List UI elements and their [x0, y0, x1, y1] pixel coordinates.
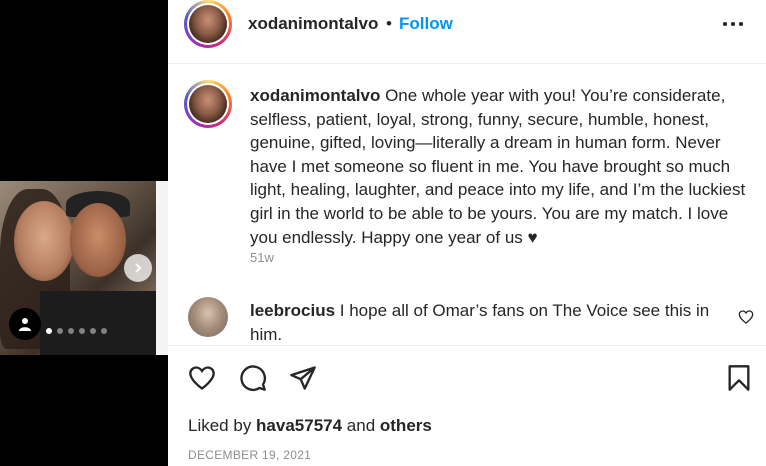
carousel-dot: [90, 328, 96, 334]
more-options-icon[interactable]: [723, 20, 747, 28]
post-caption: xodanimontalvo One whole year with you! …: [250, 84, 750, 249]
caption-text: One whole year with you! You’re consider…: [250, 86, 746, 247]
likes-summary: Liked by hava57574 and others: [188, 416, 432, 436]
header-separator: •: [386, 14, 392, 33]
follow-button[interactable]: Follow: [399, 14, 453, 34]
post-time[interactable]: 51w: [250, 250, 274, 265]
share-icon[interactable]: [289, 364, 317, 392]
post-details: xodanimontalvo • Follow xodanimontalvo O…: [168, 0, 766, 466]
heart-icon[interactable]: [188, 364, 216, 392]
divider: [168, 345, 766, 346]
caption-username[interactable]: xodanimontalvo: [250, 86, 380, 105]
media-panel: [0, 0, 168, 466]
header-username[interactable]: xodanimontalvo: [248, 14, 378, 34]
comment-username[interactable]: leebrocius: [250, 301, 335, 320]
header-avatar[interactable]: [184, 0, 232, 48]
photo-face-woman: [14, 201, 74, 281]
carousel-next-button[interactable]: [124, 254, 152, 282]
comment-icon[interactable]: [239, 364, 267, 392]
caption-avatar[interactable]: [184, 80, 232, 128]
tagged-users-button[interactable]: [9, 308, 41, 340]
photo-face-man: [70, 203, 126, 277]
carousel-dots: [46, 328, 107, 334]
post-header: xodanimontalvo • Follow: [168, 0, 766, 64]
photo-shirt: [40, 291, 168, 355]
carousel-dot: [57, 328, 63, 334]
likes-others[interactable]: others: [380, 416, 432, 435]
likes-prefix: Liked by: [188, 416, 257, 435]
photo-edge: [156, 181, 168, 355]
likes-user[interactable]: hava57574: [256, 416, 342, 435]
carousel-dot: [79, 328, 85, 334]
carousel-dot: [46, 328, 52, 334]
comment: leebrocius I hope all of Omar’s fans on …: [250, 299, 720, 346]
chevron-right-icon: [135, 263, 142, 273]
heart-small-icon[interactable]: [738, 309, 754, 325]
carousel-dot: [68, 328, 74, 334]
post-date[interactable]: DECEMBER 19, 2021: [188, 448, 311, 462]
carousel-dot: [101, 328, 107, 334]
comment-avatar[interactable]: [188, 297, 228, 337]
likes-middle: and: [342, 416, 380, 435]
bookmark-icon[interactable]: [725, 364, 753, 392]
user-tag-icon: [19, 318, 31, 331]
